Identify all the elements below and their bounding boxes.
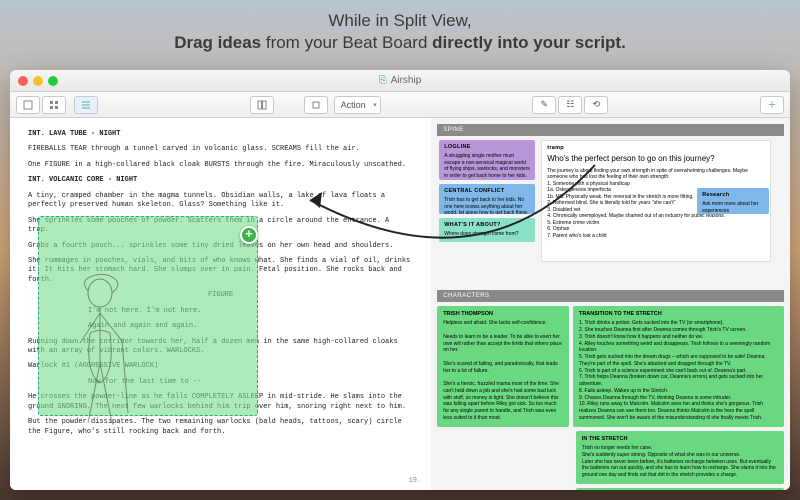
section-header-spine: SPINE [437, 124, 784, 136]
beat-card-stretch[interactable]: IN THE STRETCH Trish no longer needs her… [576, 431, 784, 484]
scene-heading: INT. VOLCANIC CORE - NIGHT [28, 176, 413, 185]
view-cards-button[interactable] [42, 96, 66, 114]
element-selector[interactable]: Action [334, 96, 381, 114]
character-sketch [60, 273, 150, 433]
beat-card-transition[interactable]: TRANSITION TO THE STRETCH 1. Trish drink… [573, 306, 784, 427]
split-view-button[interactable] [250, 96, 274, 114]
window-title: ⎘Airship [379, 75, 422, 86]
minimize-icon[interactable] [33, 76, 43, 86]
action-line: A tiny, cramped chamber in the magma tun… [28, 192, 413, 211]
section-header-characters: CHARACTERS [437, 290, 784, 302]
titlebar: ⎘Airship [10, 70, 790, 92]
beat-card-conflict[interactable]: CENTRAL CONFLICTTrish has to get back to… [439, 184, 535, 214]
zoom-icon[interactable] [48, 76, 58, 86]
insert-button[interactable] [304, 96, 328, 114]
beat-card-research[interactable]: ResearchAsk mom more about her experienc… [697, 188, 769, 214]
action-line: One FIGURE in a high-collared black cloa… [28, 161, 413, 170]
drop-plus-icon: + [240, 226, 258, 244]
notes-button[interactable]: ☷ [558, 96, 582, 114]
script-editor[interactable]: INT. LAVA TUBE - NIGHT FIREBALLS TEAR th… [10, 118, 431, 490]
beat-card-trish[interactable]: TRISH THOMPSON Helpless and afraid. She … [437, 306, 569, 427]
app-window: ⎘Airship Action ✎ ☷ ⟲ ＋ INT. LAVA TUBE -… [10, 70, 790, 490]
hero-caption: While in Split View, Drag ideas from you… [0, 10, 800, 54]
scene-heading: INT. LAVA TUBE - NIGHT [28, 130, 413, 139]
view-page-button[interactable] [16, 96, 40, 114]
comment-button[interactable]: ✎ [532, 96, 556, 114]
add-button[interactable]: ＋ [760, 96, 784, 114]
beat-board[interactable]: SPINE LOGLINEA struggling single mother … [431, 118, 790, 490]
toolbar: Action ✎ ☷ ⟲ ＋ [10, 92, 790, 118]
beat-card-townhouse[interactable]: TRISH'S TOWNHOUSE [576, 488, 784, 490]
beat-card-logline[interactable]: LOGLINEA struggling single mother must e… [439, 140, 535, 180]
close-icon[interactable] [18, 76, 28, 86]
outline-toggle-button[interactable] [74, 96, 98, 114]
beat-card-about[interactable]: WHAT'S IT ABOUT?Where does strength come… [439, 218, 535, 242]
page-number: 19. [409, 477, 422, 486]
action-line: FIREBALLS TEAR through a tunnel carved i… [28, 145, 413, 154]
collab-button[interactable]: ⟲ [584, 96, 608, 114]
